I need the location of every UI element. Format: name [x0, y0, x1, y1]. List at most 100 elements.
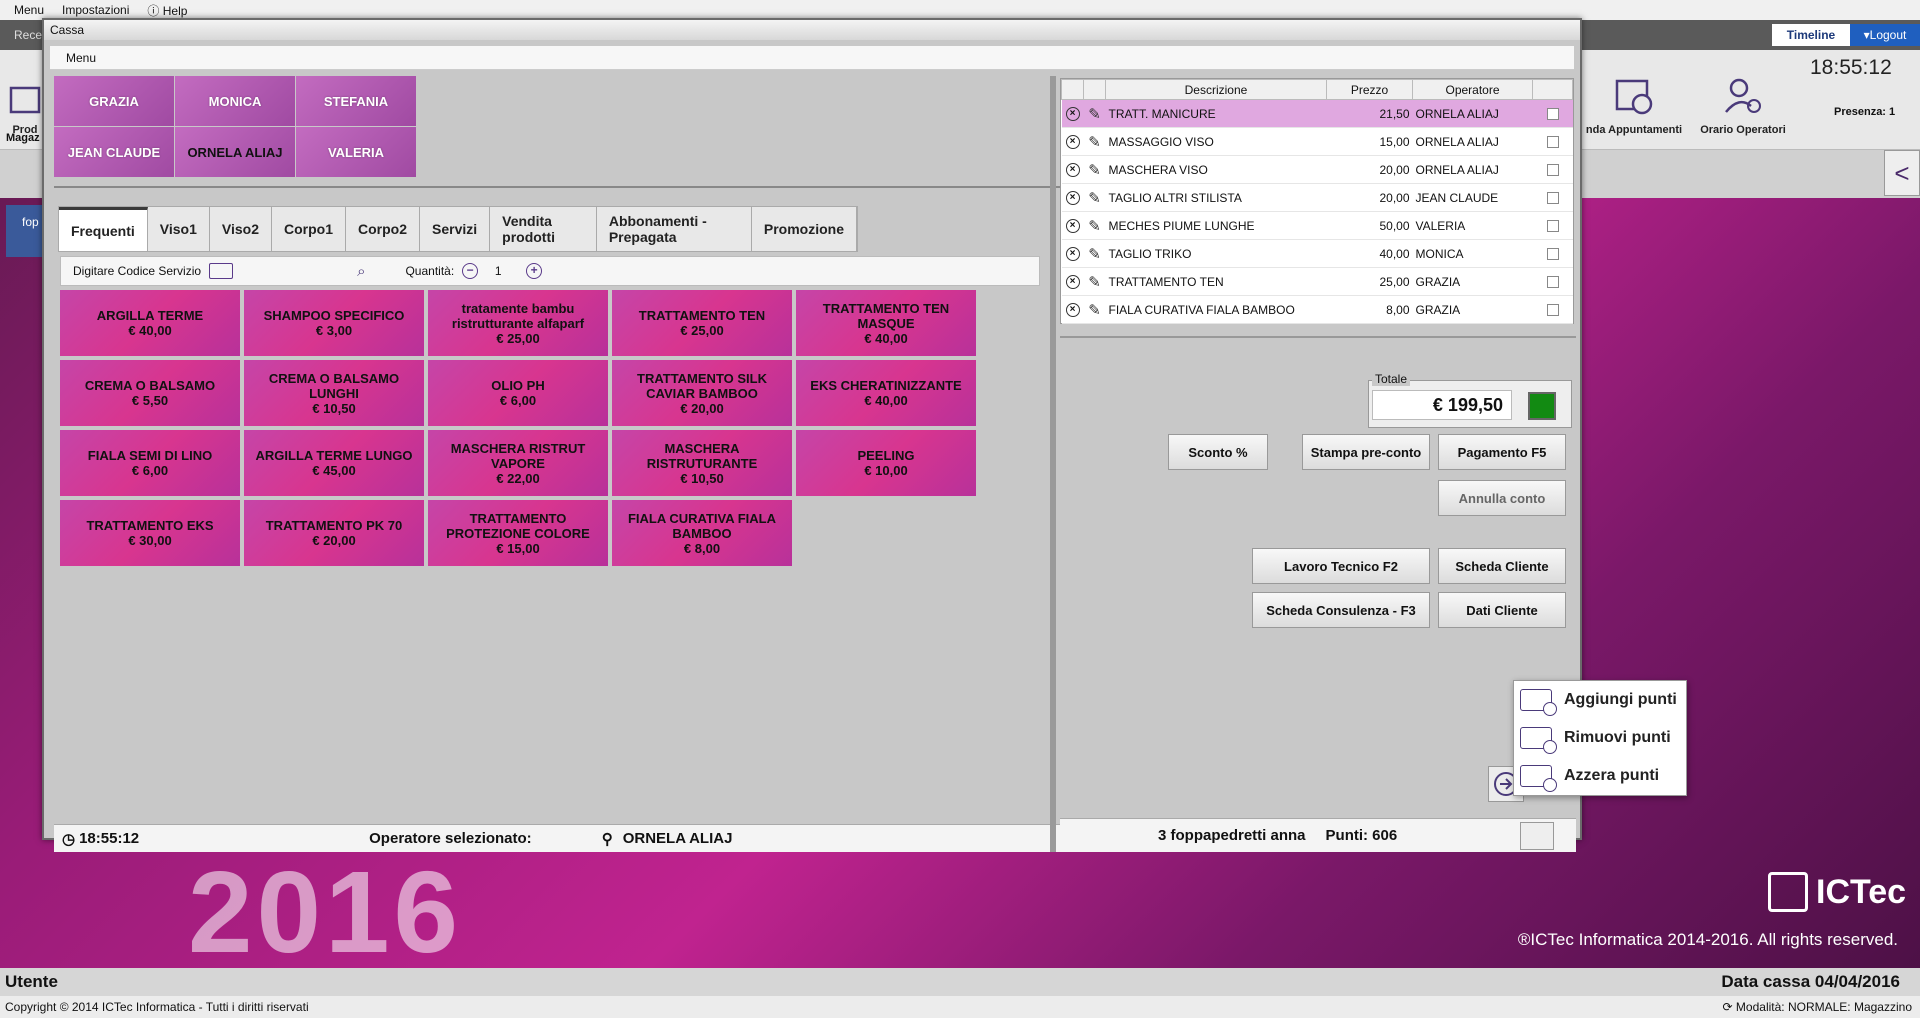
- table-row[interactable]: × ✎ MECHES PIUME LUNGHE 50,00 VALERIA: [1061, 211, 1573, 240]
- product-button[interactable]: MASCHERA RISTRUT VAPORE € 22,00: [428, 430, 608, 496]
- table-row[interactable]: × ✎ TAGLIO ALTRI STILISTA 20,00 JEAN CLAUDE: [1061, 183, 1573, 212]
- remove-icon[interactable]: ×: [1065, 162, 1080, 177]
- rimuovi-punti-item[interactable]: Rimuovi punti: [1514, 719, 1686, 757]
- product-button[interactable]: TRATTAMENTO TEN € 25,00: [612, 290, 792, 356]
- table-row[interactable]: × ✎ MASSAGGIO VISO 15,00 ORNELA ALIAJ: [1061, 127, 1573, 156]
- edit-icon[interactable]: ✎: [1083, 295, 1106, 324]
- menu-item-settings[interactable]: Impostazioni: [62, 3, 129, 17]
- tab-corpo1[interactable]: Corpo1: [272, 207, 346, 251]
- product-button[interactable]: tratamente bambu ristrutturante alfaparf…: [428, 290, 608, 356]
- bg-tab-first[interactable]: Rece: [14, 28, 42, 42]
- pagamento-button[interactable]: Pagamento F5: [1438, 434, 1566, 470]
- product-button[interactable]: PEELING € 10,00: [796, 430, 976, 496]
- operator-button-selected[interactable]: ORNELA ALIAJ: [175, 127, 295, 177]
- product-button[interactable]: TRATTAMENTO EKS € 30,00: [60, 500, 240, 566]
- product-button[interactable]: ARGILLA TERME LUNGO € 45,00: [244, 430, 424, 496]
- row-checkbox[interactable]: [1546, 275, 1559, 288]
- tab-viso1[interactable]: Viso1: [148, 207, 210, 251]
- dati-cliente-button[interactable]: Dati Cliente: [1438, 592, 1566, 628]
- tab-viso2[interactable]: Viso2: [210, 207, 272, 251]
- row-checkbox[interactable]: [1546, 191, 1559, 204]
- product-button[interactable]: TRATTAMENTO SILK CAVIAR BAMBOO € 20,00: [612, 360, 792, 426]
- tool-agenda-appuntamenti[interactable]: nda Appuntamenti: [1578, 50, 1690, 150]
- product-button[interactable]: CREMA O BALSAMO LUNGHI € 10,50: [244, 360, 424, 426]
- stampa-preconto-button[interactable]: Stampa pre-conto: [1302, 434, 1430, 470]
- tab-vendita-prodotti[interactable]: Vendita prodotti: [490, 207, 597, 251]
- col-prezzo[interactable]: Prezzo: [1326, 79, 1413, 100]
- row-checkbox[interactable]: [1546, 303, 1559, 316]
- col-operatore[interactable]: Operatore: [1412, 79, 1533, 100]
- table-row[interactable]: × ✎ TRATTAMENTO TEN 25,00 GRAZIA: [1061, 267, 1573, 296]
- product-button[interactable]: FIALA SEMI DI LINO € 6,00: [60, 430, 240, 496]
- tab-frequenti[interactable]: Frequenti: [59, 207, 148, 251]
- edit-icon[interactable]: ✎: [1083, 211, 1106, 240]
- row-checkbox[interactable]: [1546, 107, 1559, 120]
- operator-button[interactable]: GRAZIA: [54, 76, 174, 126]
- edit-icon[interactable]: ✎: [1083, 183, 1106, 212]
- operator-button[interactable]: MONICA: [175, 76, 295, 126]
- remove-icon[interactable]: ×: [1065, 218, 1080, 233]
- lavoro-tecnico-button[interactable]: Lavoro Tecnico F2: [1252, 548, 1430, 584]
- col-descrizione[interactable]: Descrizione: [1105, 79, 1327, 100]
- collapse-panel-button[interactable]: <: [1884, 150, 1920, 196]
- table-row[interactable]: × ✎ TAGLIO TRIKO 40,00 MONICA: [1061, 239, 1573, 268]
- product-button[interactable]: MASCHERA RISTRUTURANTE € 10,50: [612, 430, 792, 496]
- menu-item-help[interactable]: ⓘ Help: [147, 2, 187, 19]
- remove-icon[interactable]: ×: [1065, 302, 1080, 317]
- annulla-conto-button[interactable]: Annulla conto: [1438, 480, 1566, 516]
- row-checkbox[interactable]: [1546, 219, 1559, 232]
- product-button[interactable]: EKS CHERATINIZZANTE € 40,00: [796, 360, 976, 426]
- product-button[interactable]: OLIO PH € 6,00: [428, 360, 608, 426]
- remove-icon[interactable]: ×: [1065, 134, 1080, 149]
- remove-icon[interactable]: ×: [1065, 246, 1080, 261]
- edit-icon[interactable]: ✎: [1083, 127, 1106, 156]
- search-icon[interactable]: ⌕: [357, 263, 365, 280]
- sconto-button[interactable]: Sconto %: [1168, 434, 1268, 470]
- remove-icon[interactable]: ×: [1065, 190, 1080, 205]
- timeline-tab[interactable]: Timeline: [1772, 24, 1850, 46]
- cassa-menu-item[interactable]: Menu: [66, 51, 96, 65]
- scheda-cliente-button[interactable]: Scheda Cliente: [1438, 548, 1566, 584]
- panel-splitter[interactable]: [1050, 76, 1056, 852]
- table-row[interactable]: × ✎ TRATT. MANICURE 21,50 ORNELA ALIAJ: [1061, 99, 1573, 128]
- tab-promozione[interactable]: Promozione: [752, 207, 857, 251]
- aggiungi-punti-item[interactable]: Aggiungi punti: [1514, 681, 1686, 719]
- table-row[interactable]: × ✎ FIALA CURATIVA FIALA BAMBOO 8,00 GRAZIA: [1061, 295, 1573, 324]
- remove-icon[interactable]: ×: [1065, 106, 1080, 121]
- table-row[interactable]: × ✎ MASCHERA VISO 20,00 ORNELA ALIAJ: [1061, 155, 1573, 184]
- product-button[interactable]: TRATTAMENTO PROTEZIONE COLORE € 15,00: [428, 500, 608, 566]
- logout-button[interactable]: ▾ Logout: [1850, 24, 1920, 46]
- row-checkbox[interactable]: [1546, 163, 1559, 176]
- bg-sidebar-item[interactable]: fop: [6, 205, 46, 257]
- quantity-increase-icon[interactable]: +: [526, 263, 543, 279]
- product-button[interactable]: SHAMPOO SPECIFICO € 3,00: [244, 290, 424, 356]
- points-menu-button[interactable]: [1520, 822, 1554, 850]
- edit-icon[interactable]: ✎: [1083, 239, 1106, 268]
- operator-button[interactable]: JEAN CLAUDE: [54, 127, 174, 177]
- azzera-punti-item[interactable]: Azzera punti: [1514, 757, 1686, 795]
- product-button[interactable]: TRATTAMENTO TEN MASQUE € 40,00: [796, 290, 976, 356]
- tool-orario-operatori[interactable]: Orario Operatori: [1692, 50, 1794, 150]
- quantity-decrease-icon[interactable]: −: [462, 263, 479, 279]
- edit-icon[interactable]: ✎: [1083, 155, 1106, 184]
- tab-corpo2[interactable]: Corpo2: [346, 207, 420, 251]
- tab-servizi[interactable]: Servizi: [420, 207, 491, 251]
- keyboard-icon[interactable]: [209, 263, 234, 279]
- row-checkbox[interactable]: [1546, 247, 1559, 260]
- edit-icon[interactable]: ✎: [1083, 99, 1106, 128]
- operator-button[interactable]: VALERIA: [296, 127, 416, 177]
- row-checkbox[interactable]: [1546, 135, 1559, 148]
- code-input[interactable]: [237, 260, 358, 282]
- remove-icon[interactable]: ×: [1065, 274, 1080, 289]
- tab-abbonamenti[interactable]: Abbonamenti - Prepagata: [597, 207, 752, 251]
- cassa-title-bar[interactable]: Cassa: [44, 20, 1580, 40]
- edit-icon[interactable]: ✎: [1083, 267, 1106, 296]
- operator-button[interactable]: STEFANIA: [296, 76, 416, 126]
- menu-item-menu[interactable]: Menu: [14, 3, 44, 17]
- product-button[interactable]: FIALA CURATIVA FIALA BAMBOO € 8,00: [612, 500, 792, 566]
- product-button[interactable]: TRATTAMENTO PK 70 € 20,00: [244, 500, 424, 566]
- product-button[interactable]: CREMA O BALSAMO € 5,50: [60, 360, 240, 426]
- product-button[interactable]: ARGILLA TERME € 40,00: [60, 290, 240, 356]
- scheda-consulenza-button[interactable]: Scheda Consulenza - F3: [1252, 592, 1430, 628]
- quantity-value[interactable]: 1: [478, 264, 518, 278]
